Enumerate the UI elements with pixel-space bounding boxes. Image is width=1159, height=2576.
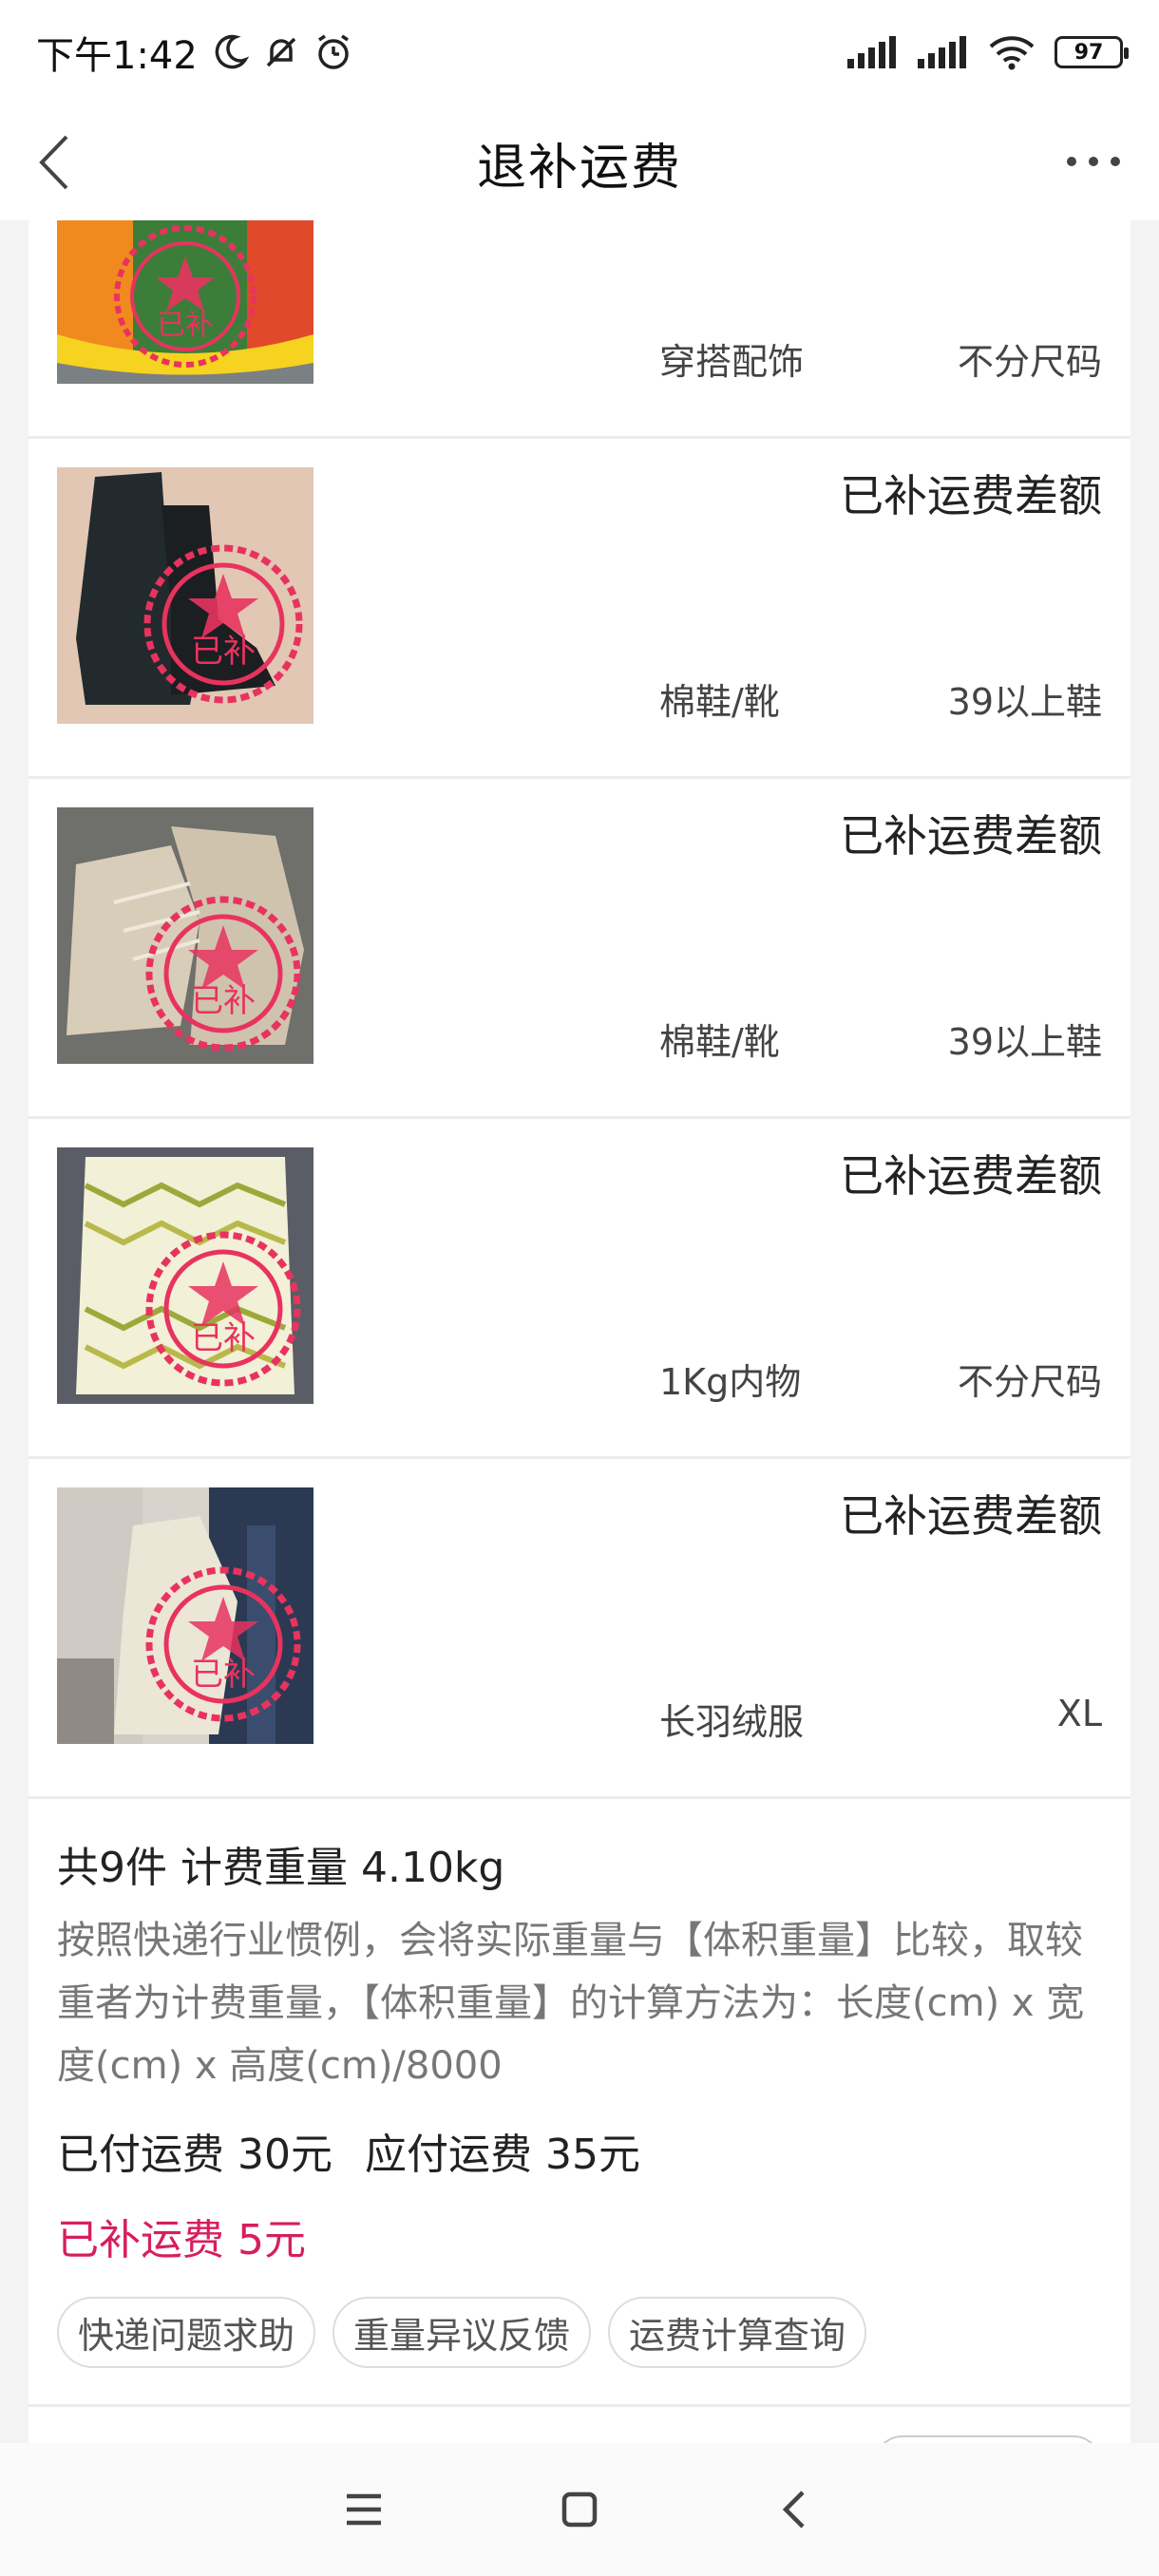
status-bar: 下午1:42 97 xyxy=(0,0,1159,104)
item-status: 已补运费差额 xyxy=(840,470,1102,521)
paid-fee: 已付运费 30元 xyxy=(57,2131,332,2179)
item-size: 不分尺码 xyxy=(957,341,1102,383)
back-nav-icon[interactable] xyxy=(767,2481,824,2538)
menu-icon[interactable] xyxy=(335,2481,392,2538)
extra-fee: 已补运费 5元 xyxy=(57,2216,306,2264)
item-photo: 已补 xyxy=(57,220,314,384)
item-size: XL xyxy=(1056,1693,1102,1734)
system-nav-bar xyxy=(0,2443,1159,2576)
item-category: 穿搭配饰 xyxy=(659,341,805,383)
next-section xyxy=(28,2407,1130,2443)
page-title: 退补运费 xyxy=(476,139,682,197)
wifi-icon xyxy=(989,36,1035,70)
fee-summary: 共9件 计费重量 4.10kg 按照快递行业惯例，会将实际重量与【体积重量】比较… xyxy=(28,1799,1130,2407)
content: 已补 穿搭配饰 不分尺码 已补 已补运费差额 棉鞋/靴 39以上鞋 已补 已补运… xyxy=(28,220,1130,2443)
home-icon[interactable] xyxy=(551,2481,608,2538)
stamp-text: 已补 xyxy=(191,1319,256,1357)
battery-icon: 97 xyxy=(1054,36,1129,68)
battery-level: 97 xyxy=(1074,40,1104,65)
item-size: 39以上鞋 xyxy=(947,681,1102,723)
item-category: 棉鞋/靴 xyxy=(659,1021,780,1063)
help-tags: 快递问题求助 重量异议反馈 运费计算查询 xyxy=(57,2297,1102,2368)
item-status: 已补运费差额 xyxy=(840,1150,1102,1202)
due-fee: 应付运费 35元 xyxy=(364,2131,640,2179)
item-photo: 已补 xyxy=(57,1147,314,1404)
item-size: 不分尺码 xyxy=(957,1361,1102,1403)
list-item[interactable]: 已补 穿搭配饰 不分尺码 xyxy=(28,220,1130,439)
stamp-text: 已补 xyxy=(157,309,214,342)
stamp-text: 已补 xyxy=(191,1656,256,1694)
signal-icon-2 xyxy=(918,36,966,68)
bell-muted-icon xyxy=(266,37,296,67)
item-status: 已补运费差额 xyxy=(840,1490,1102,1542)
stamp-text: 已补 xyxy=(191,633,256,671)
summary-description: 按照快递行业惯例，会将实际重量与【体积重量】比较，取较重者为计费重量，【体积重量… xyxy=(57,1919,1085,2088)
item-size: 39以上鞋 xyxy=(947,1021,1102,1063)
tag-weight-feedback[interactable]: 重量异议反馈 xyxy=(332,2297,592,2368)
item-category: 长羽绒服 xyxy=(659,1701,805,1743)
status-time: 下午1:42 xyxy=(36,34,198,78)
next-button-partial[interactable] xyxy=(874,2435,1102,2443)
list-item[interactable]: 已补 已补运费差额 1Kg内物 不分尺码 xyxy=(28,1119,1130,1459)
item-category: 1Kg内物 xyxy=(659,1361,802,1403)
list-item[interactable]: 已补 已补运费差额 棉鞋/靴 39以上鞋 xyxy=(28,779,1130,1119)
nav-bar: 退补运费 xyxy=(0,104,1159,220)
page: 下午1:42 97 退补运费 已补 穿搭配饰 不分尺码 已补 已补运费差额 棉鞋… xyxy=(0,0,1159,2576)
stamp-text: 已补 xyxy=(191,982,256,1020)
fee-row: 已付运费 30元 应付运费 35元 xyxy=(57,2120,1102,2181)
summary-title: 共9件 计费重量 4.10kg xyxy=(57,1844,505,1892)
list-item[interactable]: 已补 已补运费差额 长羽绒服 XL xyxy=(28,1459,1130,1799)
signal-icon xyxy=(847,36,896,68)
tag-express-help[interactable]: 快递问题求助 xyxy=(57,2297,316,2368)
item-status: 已补运费差额 xyxy=(840,810,1102,862)
tag-fee-query[interactable]: 运费计算查询 xyxy=(608,2297,867,2368)
back-icon[interactable] xyxy=(28,131,86,194)
list-item[interactable]: 已补 已补运费差额 棉鞋/靴 39以上鞋 xyxy=(28,439,1130,779)
moon-icon xyxy=(215,34,249,69)
item-photo: 已补 xyxy=(57,1487,314,1744)
alarm-icon xyxy=(317,34,349,69)
item-category: 棉鞋/靴 xyxy=(659,681,780,723)
item-photo: 已补 xyxy=(57,807,314,1064)
item-photo: 已补 xyxy=(57,467,314,724)
more-icon[interactable] xyxy=(1060,142,1127,180)
